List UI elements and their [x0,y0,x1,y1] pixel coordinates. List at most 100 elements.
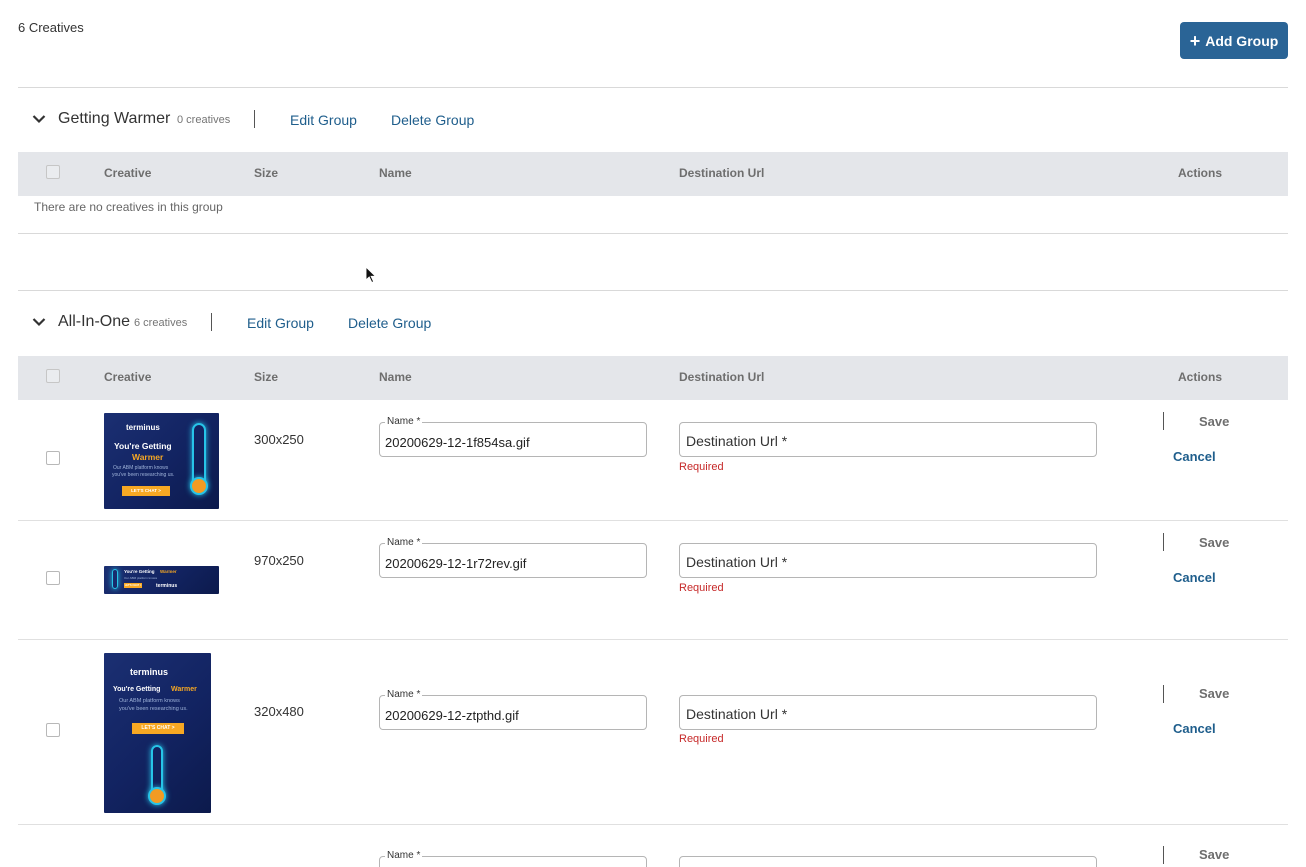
destination-url-placeholder: Destination Url * [686,554,788,570]
top-bar: 6 Creatives + Add Group [18,0,1288,88]
group-title: All-In-One [58,313,131,330]
banner-subline: Our ABM platform knows [124,576,158,580]
banner-brand: terminus [156,583,178,589]
add-group-label: Add Group [1205,32,1279,49]
column-header-name: Name [379,166,412,180]
size-cell: 300x250 [254,432,304,447]
group-title: Getting Warmer [58,110,171,127]
name-field[interactable]: Name * 20200629-12-1r72rev.gif [379,537,647,578]
edit-group-button[interactable]: Edit Group [290,112,357,128]
name-field[interactable]: Name * [379,850,647,867]
empty-group-message: There are no creatives in this group [34,200,223,214]
creative-count: 6 Creatives [18,20,84,35]
group-header: Getting Warmer 0 creatives Edit Group De… [18,88,1288,152]
divider [254,110,255,128]
required-error: Required [679,733,724,745]
group-creative-count: 0 creatives [177,114,231,126]
name-field-value: 20200629-12-1f854sa.gif [385,435,530,450]
table-row: You're Getting Warmer Our ABM platform k… [18,521,1288,640]
name-field[interactable]: Name * 20200629-12-1f854sa.gif [379,416,647,457]
thermometer-icon [112,569,118,589]
cancel-button[interactable]: Cancel [1173,721,1216,736]
destination-url-field[interactable] [679,856,1097,867]
divider [1163,685,1164,703]
chevron-down-icon[interactable] [32,112,46,126]
banner-subline: you've been researching us. [119,706,188,712]
cancel-button[interactable]: Cancel [1173,449,1216,464]
name-field-label: Name * [385,689,423,700]
creative-thumbnail[interactable]: You're Getting Warmer Our ABM platform k… [104,566,219,594]
column-header-actions: Actions [1178,166,1223,180]
column-header-size: Size [254,166,279,180]
column-header-creative: Creative [104,370,152,384]
group-getting-warmer: Getting Warmer 0 creatives Edit Group De… [18,88,1288,234]
name-field-value: 20200629-12-ztpthd.gif [385,708,519,723]
row-checkbox[interactable] [46,723,60,737]
banner-subline: Our ABM platform knows [113,465,169,471]
chevron-down-icon[interactable] [32,315,46,329]
size-cell: 970x250 [254,553,304,568]
plus-icon: + [1189,30,1201,51]
destination-url-placeholder: Destination Url * [686,706,788,722]
row-checkbox[interactable] [46,451,60,465]
required-error: Required [679,582,724,594]
save-button[interactable]: Save [1199,686,1229,701]
table-row: terminus You're Getting Warmer Our ABM p… [18,400,1288,521]
destination-url-field[interactable]: Destination Url * [679,695,1097,730]
column-header-size: Size [254,370,279,384]
name-field-label: Name * [385,850,423,861]
delete-group-button[interactable]: Delete Group [391,112,474,128]
name-field[interactable]: Name * 20200629-12-ztpthd.gif [379,689,647,730]
creative-thumbnail[interactable]: terminus You're Getting Warmer Our ABM p… [104,413,219,509]
delete-group-button[interactable]: Delete Group [348,315,431,331]
divider [1163,533,1164,551]
divider [1163,846,1164,864]
group-creative-count: 6 creatives [134,317,188,329]
banner-subline: Our ABM platform knows [119,698,180,704]
name-field-label: Name * [385,416,423,427]
destination-url-field[interactable]: Destination Url * [679,543,1097,578]
divider [211,313,212,331]
table-header: Creative Size Name Destination Url Actio… [18,356,1288,400]
thermometer-bulb [148,787,166,805]
divider [18,233,1288,234]
banner-headline-accent: Warmer [171,686,197,693]
save-button[interactable]: Save [1199,535,1229,550]
column-header-creative: Creative [104,166,152,180]
column-header-name: Name [379,370,412,384]
banner-headline-accent: Warmer [160,569,177,574]
thermometer-bulb [190,477,208,495]
save-button[interactable]: Save [1199,847,1229,862]
table-row: terminus You're Getting Warmer Our ABM p… [18,640,1288,825]
creative-thumbnail[interactable]: terminus You're Getting Warmer Our ABM p… [104,653,211,813]
edit-group-button[interactable]: Edit Group [247,315,314,331]
column-header-destination-url: Destination Url [679,166,765,180]
banner-cta: LET'S CHAT > [124,583,142,588]
required-error: Required [679,461,724,473]
mouse-cursor-icon [365,266,377,284]
banner-brand: terminus [130,667,169,677]
banner-subline: you've been researching us. [112,472,175,478]
banner-cta: LET'S CHAT > [122,486,170,496]
cancel-button[interactable]: Cancel [1173,570,1216,585]
banner-headline: You're Getting [114,441,172,451]
banner-headline: You're Getting [113,686,161,693]
banner-headline-accent: Warmer [132,452,164,462]
name-field-value: 20200629-12-1r72rev.gif [385,556,527,571]
column-header-actions: Actions [1178,370,1223,384]
destination-url-placeholder: Destination Url * [686,433,788,449]
row-checkbox[interactable] [46,571,60,585]
divider [1163,412,1164,430]
select-all-checkbox[interactable] [46,165,60,179]
table-row: Name * Save [18,825,1288,867]
banner-headline: You're Getting [124,569,155,574]
size-cell: 320x480 [254,704,304,719]
add-group-button[interactable]: + Add Group [1180,22,1288,59]
group-header: All-In-One 6 creatives Edit Group Delete… [18,291,1288,355]
destination-url-field[interactable]: Destination Url * [679,422,1097,457]
select-all-checkbox[interactable] [46,369,60,383]
column-header-destination-url: Destination Url [679,370,765,384]
banner-cta: LET'S CHAT > [132,723,184,734]
save-button[interactable]: Save [1199,414,1229,429]
table-header: Creative Size Name Destination Url Actio… [18,152,1288,214]
